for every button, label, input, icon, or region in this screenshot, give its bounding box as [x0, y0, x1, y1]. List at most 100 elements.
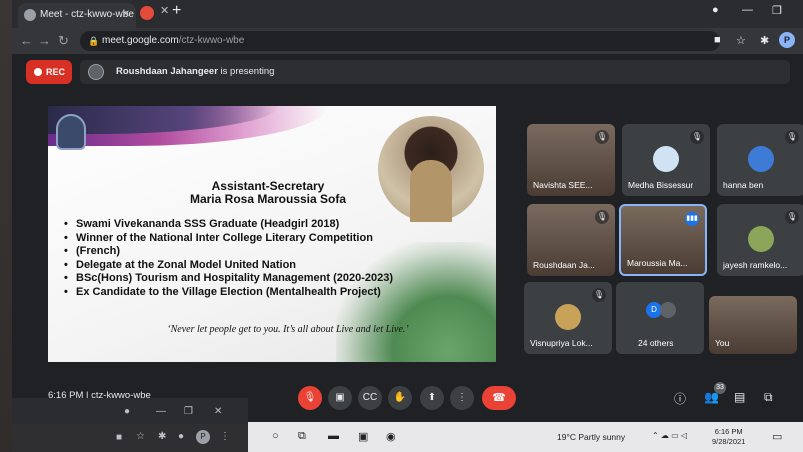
presentation-slide: Assistant-Secretary Maria Rosa Maroussia… [48, 106, 496, 362]
participant-name: Maroussia Ma... [627, 258, 688, 268]
participant-tile[interactable]: 🎙 hanna ben [717, 124, 803, 196]
rec-label: REC [46, 67, 66, 77]
close-tab-icon[interactable]: ✕ [160, 4, 169, 17]
clock-time: 6:16 PM [714, 427, 743, 436]
avatar [748, 226, 774, 252]
self-tile[interactable]: You [709, 296, 797, 354]
extensions-icon[interactable]: ✱ [760, 34, 769, 47]
avatar [748, 146, 774, 172]
background-window: ● — ❐ ✕ ■ ☆ ✱ ● P ⋮ [12, 398, 248, 452]
more-options-button[interactable]: ⋮ [450, 386, 474, 410]
bookmark-star-icon[interactable]: ☆ [136, 431, 145, 442]
screen: Meet - ctz-kwwo-wbe ✕ ✕ + ● — ❐ ← → ↻ 🔒 … [12, 0, 803, 452]
slide-title: Assistant-Secretary Maria Rosa Maroussia… [158, 180, 378, 206]
browser-tabbar: Meet - ctz-kwwo-wbe ✕ ✕ + ● — ❐ [12, 0, 803, 28]
avatar [653, 146, 679, 172]
system-clock[interactable]: 6:16 PM 9/28/2021 [712, 427, 745, 447]
chat-icon[interactable]: ▤ [734, 390, 745, 404]
hangup-button[interactable]: ☎ [482, 386, 516, 410]
chrome-icon[interactable]: ◉ [386, 430, 396, 443]
people-icon[interactable]: 👥 [704, 390, 719, 404]
minimize-icon[interactable]: — [742, 4, 753, 16]
new-tab-button[interactable]: + [172, 2, 181, 20]
tab-search-icon[interactable]: ● [712, 4, 719, 16]
info-icon[interactable]: ⓘ [674, 390, 686, 407]
mic-off-icon: 🎙 [595, 210, 609, 224]
mic-off-icon: 🎙 [785, 130, 799, 144]
record-dot-icon [34, 68, 42, 76]
bullet-item: Ex Candidate to the Village Election (Me… [62, 286, 442, 300]
extensions-icon[interactable]: ✱ [158, 431, 166, 442]
back-icon[interactable]: ← [20, 33, 33, 48]
participant-tile-speaking[interactable]: ▮▮▮ Maroussia Ma... [619, 204, 707, 276]
close-window-icon[interactable]: ✕ [214, 406, 222, 417]
search-circle-icon[interactable]: ○ [272, 430, 279, 442]
slide-title-name: Maria Rosa Maroussia Sofa [189, 192, 347, 206]
participant-tile[interactable]: 🎙 jayesh ramkelo... [717, 204, 803, 276]
avatar [555, 304, 581, 330]
task-view-icon[interactable]: ⧉ [298, 430, 306, 443]
file-explorer-icon[interactable]: ▬ [328, 430, 339, 442]
school-logo [56, 114, 86, 150]
others-count: 24 others [638, 338, 674, 348]
present-button[interactable]: ⬆ [420, 386, 444, 410]
recording-tab-icon[interactable] [140, 6, 154, 20]
bullet-item-continuation: (French) [62, 245, 442, 259]
slide-quote: ‘Never let people get to you. It’s all a… [167, 324, 409, 335]
participant-name: Navishta SEE... [533, 180, 593, 190]
profile-avatar[interactable]: P [196, 430, 210, 444]
activities-icon[interactable]: ⧉ [764, 390, 773, 405]
tab-title: Meet - ctz-kwwo-wbe [40, 9, 134, 20]
participant-name: jayesh ramkelo... [723, 260, 788, 270]
app-icon[interactable]: ▣ [358, 430, 368, 443]
maximize-icon[interactable]: ❐ [772, 4, 782, 17]
notifications-icon[interactable]: ▭ [772, 430, 782, 443]
mic-toggle-button[interactable]: 🎙 [298, 386, 322, 410]
participant-tile[interactable]: 🎙 Roushdaan Ja... [527, 204, 615, 276]
clock-date: 9/28/2021 [712, 437, 746, 446]
weather-widget[interactable]: 19°C Partly sunny [557, 432, 625, 442]
reload-icon[interactable]: ↻ [58, 33, 69, 49]
participant-name: Visnupriya Lok... [530, 338, 593, 348]
window-titlebar: ● — ❐ ✕ [12, 398, 248, 424]
mic-off-icon: 🎙 [592, 288, 606, 302]
participant-name: Medha Bissessur [628, 180, 694, 190]
camera-indicator-icon[interactable]: ■ [714, 34, 721, 46]
camera-toggle-button[interactable]: ▣ [328, 386, 352, 410]
profile-icon[interactable]: ● [178, 431, 184, 442]
tray-icons[interactable]: ⌃ ☁ ▭ ◁ [652, 431, 687, 440]
bullet-item: Delegate at the Zonal Model United Natio… [62, 259, 442, 273]
others-avatar [660, 302, 676, 318]
close-tab-icon[interactable]: ✕ [122, 3, 130, 27]
presenting-suffix: is presenting [217, 66, 275, 77]
bullet-item: Winner of the National Inter College Lit… [62, 232, 442, 246]
participant-name: Roushdaan Ja... [533, 260, 595, 270]
participant-tile[interactable]: 🎙 Visnupriya Lok... [524, 282, 612, 354]
browser-toolbar: ← → ↻ 🔒 meet.google.com/ctz-kwwo-wbe ■ ☆… [12, 28, 803, 54]
mic-off-icon: 🎙 [690, 130, 704, 144]
lock-icon: 🔒 [88, 36, 100, 46]
participant-tile[interactable]: 🎙 Medha Bissessur [622, 124, 710, 196]
browser-tab-meet[interactable]: Meet - ctz-kwwo-wbe ✕ [18, 3, 136, 28]
candidate-photo [378, 116, 484, 222]
camera-indicator-icon[interactable]: ■ [116, 432, 122, 443]
forward-icon[interactable]: → [38, 33, 51, 48]
tab-search-icon[interactable]: ● [124, 406, 130, 417]
speaking-indicator-icon: ▮▮▮ [685, 212, 699, 226]
presenter-avatar [88, 64, 104, 80]
maximize-icon[interactable]: ❐ [184, 406, 193, 417]
captions-button[interactable]: CC [358, 386, 382, 410]
menu-icon[interactable]: ⋮ [220, 431, 230, 442]
url-host: meet.google.com [102, 35, 179, 46]
address-bar[interactable]: 🔒 meet.google.com/ctz-kwwo-wbe [80, 31, 720, 51]
mic-off-icon: 🎙 [595, 130, 609, 144]
raise-hand-button[interactable]: ✋ [388, 386, 412, 410]
bookmark-star-icon[interactable]: ☆ [736, 34, 746, 47]
minimize-icon[interactable]: — [156, 406, 166, 417]
mic-off-icon: 🎙 [785, 210, 799, 224]
participant-name: hanna ben [723, 180, 764, 190]
participant-tile[interactable]: 🎙 Navishta SEE... [527, 124, 615, 196]
others-tile[interactable]: D 24 others [616, 282, 704, 354]
profile-avatar[interactable]: P [779, 32, 795, 48]
meet-favicon-icon [24, 9, 36, 21]
